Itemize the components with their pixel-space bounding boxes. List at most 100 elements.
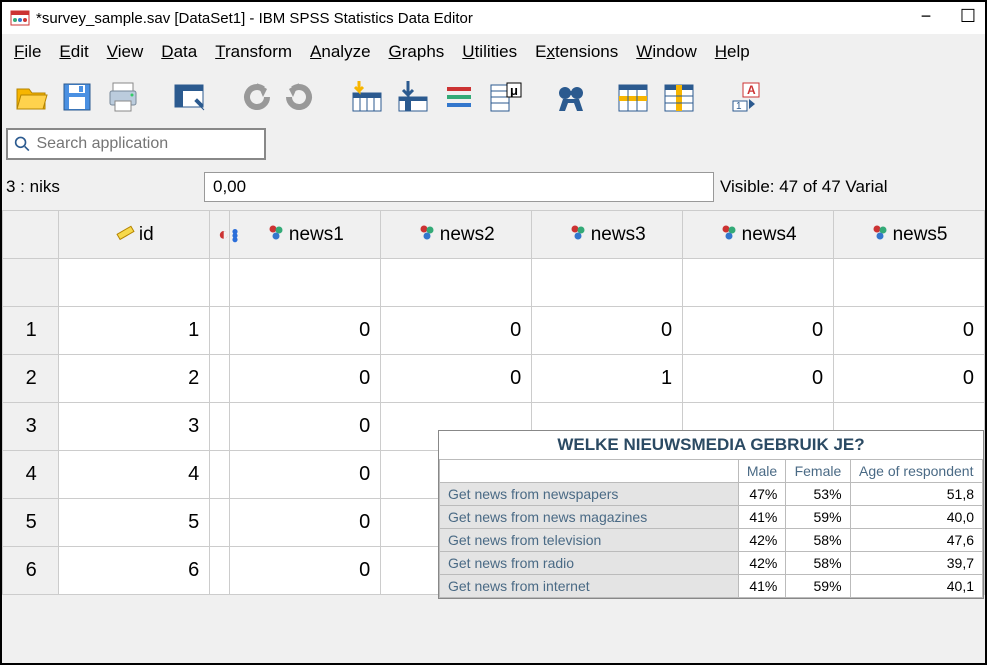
- cell[interactable]: 0: [381, 355, 532, 403]
- cell-value-display[interactable]: 0,00: [204, 172, 714, 202]
- menu-extensions[interactable]: Extensions: [535, 42, 618, 62]
- col-news4-header[interactable]: news4: [683, 211, 834, 259]
- goto-variable-button[interactable]: [394, 78, 432, 116]
- window-title: *survey_sample.sav [DataSet1] - IBM SPSS…: [36, 10, 917, 27]
- insert-cases-button[interactable]: [614, 78, 652, 116]
- redo-button[interactable]: [282, 78, 320, 116]
- pivot-table-overlay: WELKE NIEUWSMEDIA GEBRUIK JE? Male Femal…: [438, 430, 984, 599]
- variables-button[interactable]: [440, 78, 478, 116]
- drag-handle-icon[interactable]: ●●●: [231, 229, 238, 241]
- header-row: id ◐ ●●● news1 news2 news3 news4 news5: [3, 211, 985, 259]
- nominal-icon: [871, 223, 889, 247]
- cell[interactable]: 0: [683, 307, 834, 355]
- svg-text:A: A: [747, 83, 756, 97]
- row-header[interactable]: 2: [3, 355, 59, 403]
- table-row[interactable]: 1100000: [3, 307, 985, 355]
- pivot-row: Get news from radio42%58%39,7: [440, 552, 983, 575]
- row-header[interactable]: 4: [3, 451, 59, 499]
- pivot-row: Get news from news magazines41%59%40,0: [440, 506, 983, 529]
- menu-utilities[interactable]: Utilities: [462, 42, 517, 62]
- cell[interactable]: 0: [230, 355, 381, 403]
- cell[interactable]: 0: [230, 403, 381, 451]
- open-button[interactable]: [12, 78, 50, 116]
- nominal-icon: [418, 223, 436, 247]
- find-button[interactable]: [552, 78, 590, 116]
- cell[interactable]: 0: [381, 307, 532, 355]
- titlebar: *survey_sample.sav [DataSet1] - IBM SPSS…: [2, 2, 985, 34]
- pivot-col-age: Age of respondent: [850, 460, 982, 483]
- col-id-header[interactable]: id: [59, 211, 210, 259]
- col-spacer-header[interactable]: ◐: [210, 211, 230, 259]
- col-news2-header[interactable]: news2: [381, 211, 532, 259]
- pivot-row: Get news from internet41%59%40,1: [440, 575, 983, 598]
- menu-graphs[interactable]: Graphs: [389, 42, 445, 62]
- menu-data[interactable]: Data: [161, 42, 197, 62]
- nominal-icon: [267, 223, 285, 247]
- svg-text:μ: μ: [510, 83, 518, 98]
- cell[interactable]: 0: [230, 547, 381, 595]
- cell[interactable]: 4: [59, 451, 210, 499]
- goto-case-button[interactable]: [348, 78, 386, 116]
- cell[interactable]: 0: [834, 355, 985, 403]
- row-header[interactable]: 1: [3, 307, 59, 355]
- cell[interactable]: 1: [532, 355, 683, 403]
- value-labels-button[interactable]: μ: [486, 78, 524, 116]
- toolbar: μ A1: [2, 70, 985, 124]
- cell[interactable]: 0: [834, 307, 985, 355]
- pivot-col-male: Male: [738, 460, 786, 483]
- window-controls: − ☐: [917, 9, 977, 27]
- case-indicator: 3 : niks: [4, 177, 204, 197]
- search-box[interactable]: [6, 128, 266, 160]
- menu-analyze[interactable]: Analyze: [310, 42, 370, 62]
- menu-edit[interactable]: Edit: [59, 42, 88, 62]
- menu-file[interactable]: File: [14, 42, 41, 62]
- save-button[interactable]: [58, 78, 96, 116]
- cell[interactable]: 0: [230, 499, 381, 547]
- menu-view[interactable]: View: [107, 42, 144, 62]
- search-input[interactable]: [34, 134, 258, 154]
- status-row: 3 : niks 0,00 Visible: 47 of 47 Varial: [2, 168, 985, 210]
- row-header[interactable]: 6: [3, 547, 59, 595]
- insert-variable-button[interactable]: [660, 78, 698, 116]
- row-header[interactable]: 3: [3, 403, 59, 451]
- data-view-button[interactable]: [170, 78, 208, 116]
- table-row[interactable]: 2200100: [3, 355, 985, 403]
- pivot-empty-header: [440, 460, 739, 483]
- nominal-icon: [720, 223, 738, 247]
- split-a-button[interactable]: A1: [726, 78, 764, 116]
- nominal-icon: [569, 223, 587, 247]
- row-header[interactable]: 5: [3, 499, 59, 547]
- menu-window[interactable]: Window: [636, 42, 696, 62]
- cell[interactable]: 6: [59, 547, 210, 595]
- search-row: [2, 124, 985, 168]
- pivot-table: Male Female Age of respondent Get news f…: [439, 459, 983, 598]
- minimize-icon[interactable]: −: [917, 9, 935, 27]
- cell[interactable]: 3: [59, 403, 210, 451]
- cell[interactable]: 1: [59, 307, 210, 355]
- col-news5-header[interactable]: news5: [834, 211, 985, 259]
- nominal-icon-partial: ◐: [218, 224, 229, 244]
- col-news1-header[interactable]: ●●● news1: [230, 211, 381, 259]
- cell[interactable]: 0: [230, 451, 381, 499]
- cell[interactable]: 0: [230, 307, 381, 355]
- pivot-col-female: Female: [786, 460, 850, 483]
- scale-icon: [115, 222, 135, 248]
- cell[interactable]: 0: [532, 307, 683, 355]
- menubar: File Edit View Data Transform Analyze Gr…: [2, 34, 985, 70]
- maximize-icon[interactable]: ☐: [959, 9, 977, 27]
- undo-button[interactable]: [236, 78, 274, 116]
- svg-text:1: 1: [736, 101, 742, 112]
- corner-cell: [3, 211, 59, 259]
- pivot-title: WELKE NIEUWSMEDIA GEBRUIK JE?: [439, 431, 983, 459]
- visible-vars-label: Visible: 47 of 47 Varial: [714, 177, 888, 197]
- menu-transform[interactable]: Transform: [215, 42, 292, 62]
- menu-help[interactable]: Help: [715, 42, 750, 62]
- cell[interactable]: 0: [683, 355, 834, 403]
- print-button[interactable]: [104, 78, 142, 116]
- search-icon: [14, 135, 30, 153]
- pivot-row: Get news from newspapers47%53%51,8: [440, 483, 983, 506]
- cell[interactable]: 5: [59, 499, 210, 547]
- col-news3-header[interactable]: news3: [532, 211, 683, 259]
- cell[interactable]: 2: [59, 355, 210, 403]
- pivot-row: Get news from television42%58%47,6: [440, 529, 983, 552]
